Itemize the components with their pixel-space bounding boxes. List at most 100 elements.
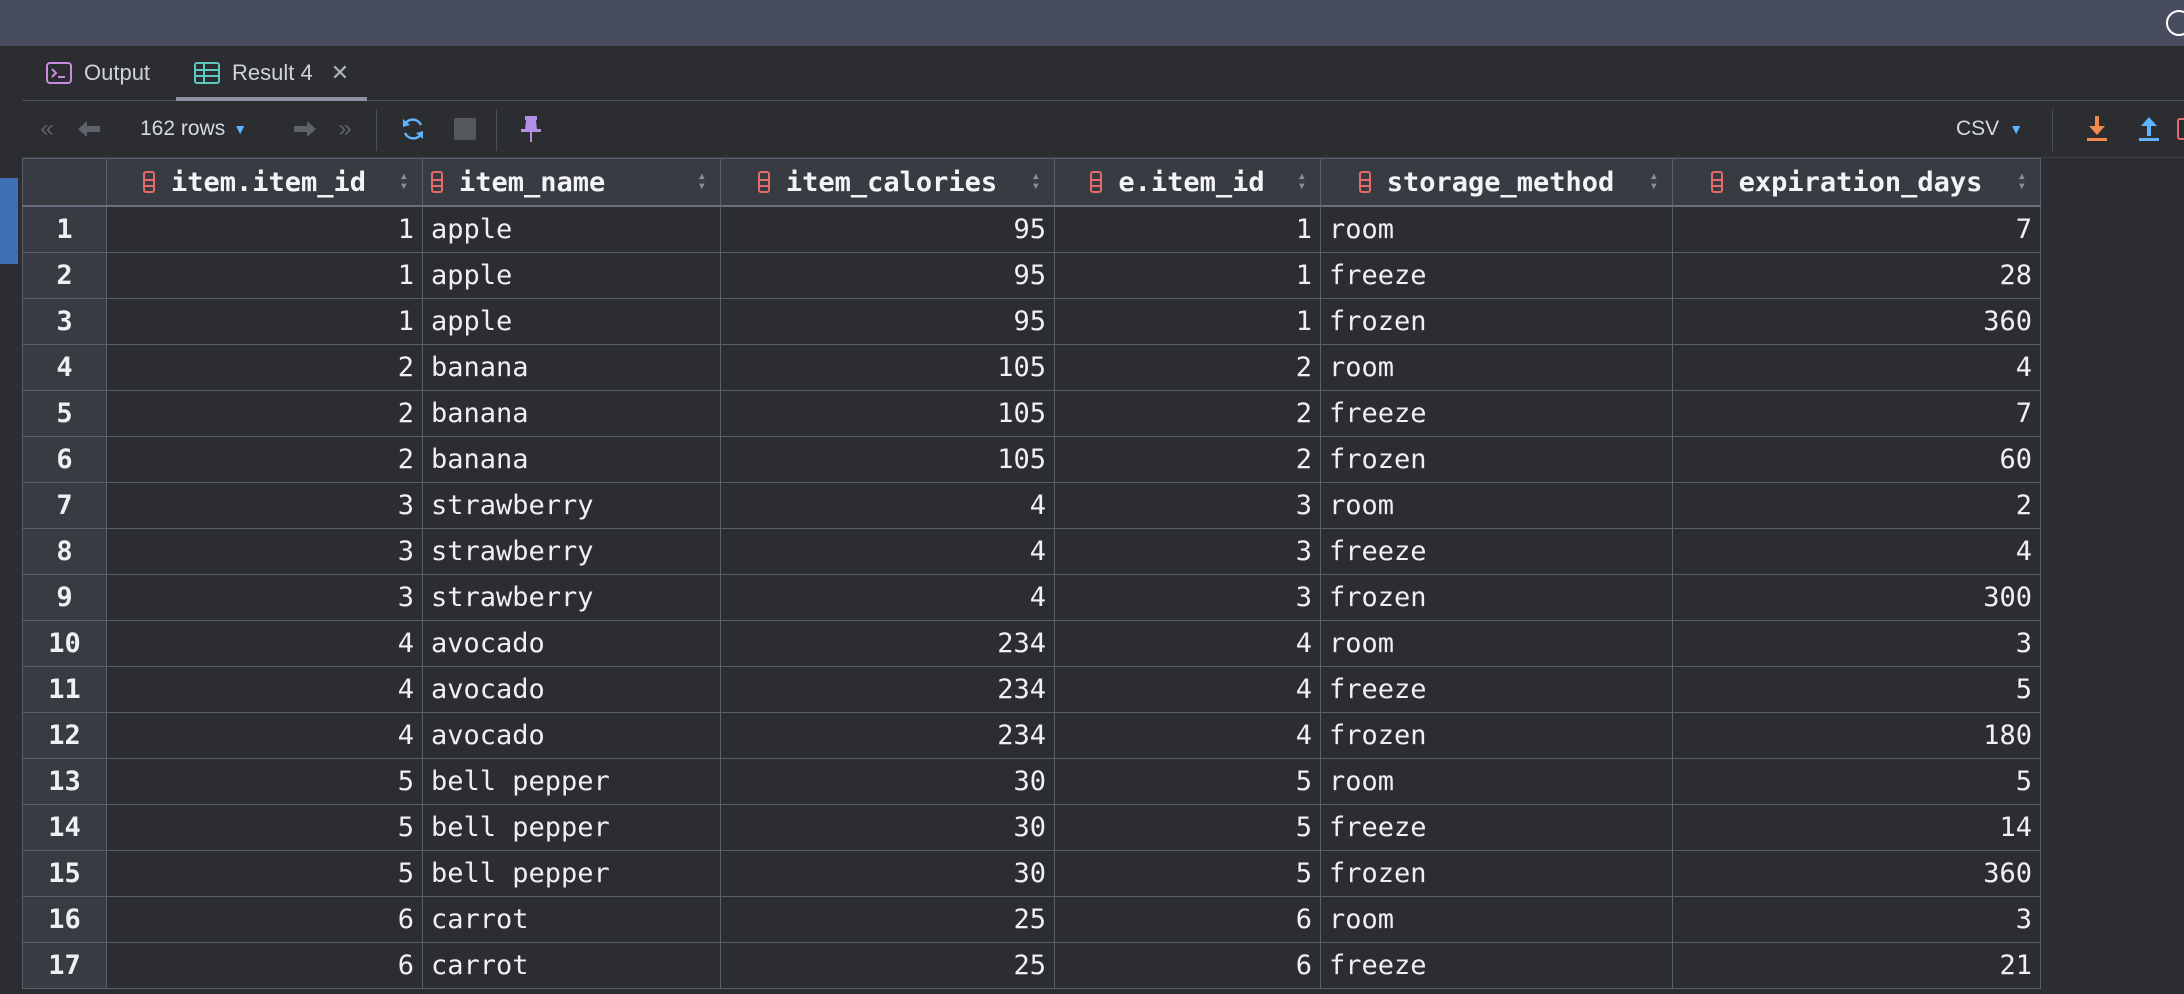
row-number[interactable]: 13	[22, 758, 107, 805]
table-row[interactable]: 15 5 bell pepper 30 5 frozen 360	[22, 850, 2041, 897]
table-row[interactable]: 8 3 strawberry 4 3 freeze 4	[22, 528, 2041, 575]
table-cell[interactable]: 3	[106, 574, 423, 621]
table-cell[interactable]: 3	[1672, 896, 2041, 943]
column-header[interactable]: expiration_days ▴ ▾	[1672, 158, 2041, 207]
table-row[interactable]: 12 4 avocado 234 4 frozen 180	[22, 712, 2041, 759]
stop-icon[interactable]	[450, 115, 480, 143]
table-cell[interactable]: 1	[106, 205, 423, 253]
table-cell[interactable]: 4	[106, 712, 423, 759]
table-cell[interactable]: 3	[1054, 528, 1321, 575]
table-cell[interactable]: carrot	[422, 896, 721, 943]
table-cell[interactable]: freeze	[1320, 252, 1673, 299]
table-cell[interactable]: 60	[1672, 436, 2041, 483]
row-number[interactable]: 17	[22, 942, 107, 989]
row-number[interactable]: 7	[22, 482, 107, 529]
table-cell[interactable]: 1	[1054, 205, 1321, 253]
row-number[interactable]: 2	[22, 252, 107, 299]
delete-icon[interactable]	[2174, 115, 2184, 143]
table-cell[interactable]: 6	[106, 942, 423, 989]
table-cell[interactable]: 234	[720, 712, 1055, 759]
table-cell[interactable]: freeze	[1320, 804, 1673, 851]
table-cell[interactable]: 3	[1672, 620, 2041, 667]
table-cell[interactable]: freeze	[1320, 942, 1673, 989]
table-cell[interactable]: bell pepper	[422, 850, 721, 897]
row-number[interactable]: 12	[22, 712, 107, 759]
table-cell[interactable]: 5	[1672, 666, 2041, 713]
table-cell[interactable]: 4	[720, 574, 1055, 621]
table-cell[interactable]: 4	[106, 666, 423, 713]
row-number[interactable]: 5	[22, 390, 107, 437]
table-cell[interactable]: 234	[720, 666, 1055, 713]
table-row[interactable]: 6 2 banana 105 2 frozen 60	[22, 436, 2041, 483]
sort-icon[interactable]: ▴ ▾	[698, 169, 706, 193]
table-cell[interactable]: 300	[1672, 574, 2041, 621]
previous-page-icon[interactable]	[74, 115, 104, 143]
table-cell[interactable]: 95	[720, 252, 1055, 299]
table-cell[interactable]: 360	[1672, 298, 2041, 345]
table-cell[interactable]: 4	[1054, 712, 1321, 759]
table-cell[interactable]: frozen	[1320, 298, 1673, 345]
table-cell[interactable]: 180	[1672, 712, 2041, 759]
table-cell[interactable]: 2	[106, 436, 423, 483]
download-icon[interactable]	[2082, 115, 2112, 143]
table-row[interactable]: 11 4 avocado 234 4 freeze 5	[22, 666, 2041, 713]
table-cell[interactable]: 2	[1054, 390, 1321, 437]
table-cell[interactable]: strawberry	[422, 528, 721, 575]
row-number[interactable]: 11	[22, 666, 107, 713]
close-icon[interactable]: ✕	[331, 60, 349, 86]
table-cell[interactable]: frozen	[1320, 712, 1673, 759]
table-cell[interactable]: 4	[1054, 620, 1321, 667]
table-row[interactable]: 2 1 apple 95 1 freeze 28	[22, 252, 2041, 299]
table-cell[interactable]: apple	[422, 252, 721, 299]
column-header[interactable]: item.item_id ▴ ▾	[106, 158, 423, 207]
table-cell[interactable]: 6	[1054, 942, 1321, 989]
table-cell[interactable]: 3	[1054, 482, 1321, 529]
table-cell[interactable]: 105	[720, 390, 1055, 437]
table-cell[interactable]: avocado	[422, 620, 721, 667]
table-cell[interactable]: 105	[720, 436, 1055, 483]
table-cell[interactable]: freeze	[1320, 666, 1673, 713]
next-page-icon[interactable]	[290, 115, 320, 143]
table-cell[interactable]: 30	[720, 850, 1055, 897]
table-cell[interactable]: 1	[106, 252, 423, 299]
table-cell[interactable]: 5	[1054, 804, 1321, 851]
table-cell[interactable]: bell pepper	[422, 758, 721, 805]
table-cell[interactable]: freeze	[1320, 528, 1673, 575]
table-cell[interactable]: banana	[422, 344, 721, 391]
sort-icon[interactable]: ▴ ▾	[2018, 169, 2026, 193]
table-cell[interactable]: room	[1320, 620, 1673, 667]
table-cell[interactable]: apple	[422, 298, 721, 345]
row-number[interactable]: 16	[22, 896, 107, 943]
table-cell[interactable]: 2	[1672, 482, 2041, 529]
last-page-icon[interactable]: »	[330, 115, 360, 143]
table-cell[interactable]: frozen	[1320, 574, 1673, 621]
first-page-icon[interactable]: «	[32, 115, 62, 143]
table-cell[interactable]: 4	[720, 482, 1055, 529]
table-cell[interactable]: carrot	[422, 942, 721, 989]
table-cell[interactable]: 95	[720, 205, 1055, 253]
column-header[interactable]: storage_method ▴ ▾	[1320, 158, 1673, 207]
row-number[interactable]: 9	[22, 574, 107, 621]
table-cell[interactable]: avocado	[422, 666, 721, 713]
table-row[interactable]: 3 1 apple 95 1 frozen 360	[22, 298, 2041, 345]
window-control-icon[interactable]	[2166, 10, 2184, 36]
row-number[interactable]: 10	[22, 620, 107, 667]
column-header[interactable]: item_calories ▴ ▾	[720, 158, 1055, 207]
table-cell[interactable]: 234	[720, 620, 1055, 667]
table-cell[interactable]: 4	[1672, 344, 2041, 391]
table-cell[interactable]: 5	[1054, 850, 1321, 897]
table-cell[interactable]: 25	[720, 896, 1055, 943]
table-cell[interactable]: strawberry	[422, 482, 721, 529]
table-cell[interactable]: 1	[1054, 298, 1321, 345]
table-cell[interactable]: 3	[106, 528, 423, 575]
table-cell[interactable]: room	[1320, 205, 1673, 253]
upload-icon[interactable]	[2134, 115, 2164, 143]
table-cell[interactable]: 2	[1054, 344, 1321, 391]
table-cell[interactable]: 5	[106, 804, 423, 851]
table-cell[interactable]: 30	[720, 758, 1055, 805]
table-row[interactable]: 13 5 bell pepper 30 5 room 5	[22, 758, 2041, 805]
table-cell[interactable]: 105	[720, 344, 1055, 391]
table-cell[interactable]: banana	[422, 390, 721, 437]
column-header[interactable]: item_name ▴ ▾	[422, 158, 721, 207]
table-cell[interactable]: 360	[1672, 850, 2041, 897]
